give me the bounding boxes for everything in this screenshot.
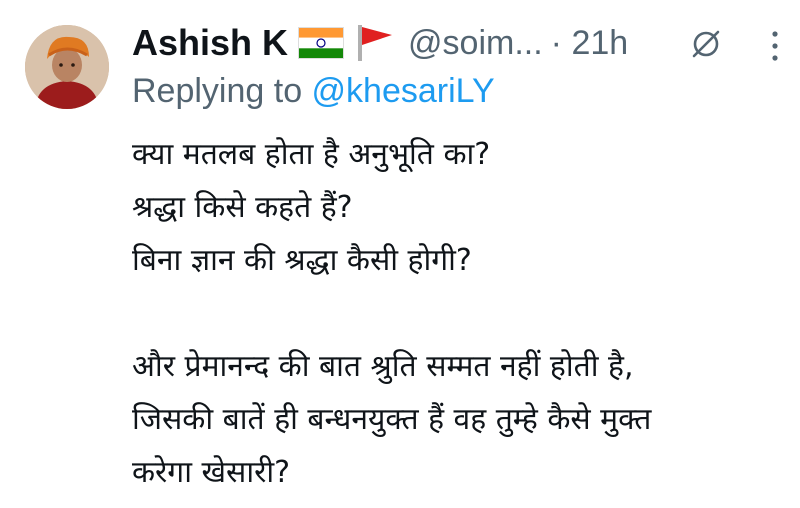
tweet-text: क्या मतलब होता है अनुभूति का? श्रद्धा कि… xyxy=(132,128,792,499)
tweet-text-line: श्रद्धा किसे कहते हैं? xyxy=(132,190,353,225)
avatar[interactable] xyxy=(25,25,109,109)
saffron-flag-icon xyxy=(354,23,394,63)
avatar-image xyxy=(25,25,109,109)
grok-icon[interactable] xyxy=(690,28,722,60)
author-name[interactable]: Ashish K xyxy=(132,22,288,64)
tweet-text-line: और प्रेमानन्द की बात श्रुति सम्मत नहीं ह… xyxy=(132,349,634,384)
tweet-text-line: जिसकी बातें ही बन्धनयुक्त हैं वह तुम्हे … xyxy=(132,402,652,437)
tweet[interactable]: Ashish K @soim... · 21h Replying to @khe… xyxy=(0,0,800,508)
replying-to: Replying to @khesariLY xyxy=(132,72,495,111)
india-flag-icon xyxy=(298,27,345,59)
replying-to-mention[interactable]: @khesariLY xyxy=(312,72,495,110)
tweet-header: Ashish K @soim... · 21h xyxy=(132,18,628,68)
tweet-text-line: क्या मतलब होता है अनुभूति का? xyxy=(132,137,491,172)
more-options-icon[interactable] xyxy=(768,28,782,64)
tweet-text-line: करेगा खेसारी? xyxy=(132,455,291,490)
time-value: 21h xyxy=(571,23,629,62)
author-handle[interactable]: @soim... xyxy=(408,24,543,63)
tweet-time[interactable]: · 21h xyxy=(551,24,629,63)
tweet-text-line: बिना ज्ञान की श्रद्धा कैसी होगी? xyxy=(132,243,472,278)
replying-to-label: Replying to xyxy=(132,72,312,110)
